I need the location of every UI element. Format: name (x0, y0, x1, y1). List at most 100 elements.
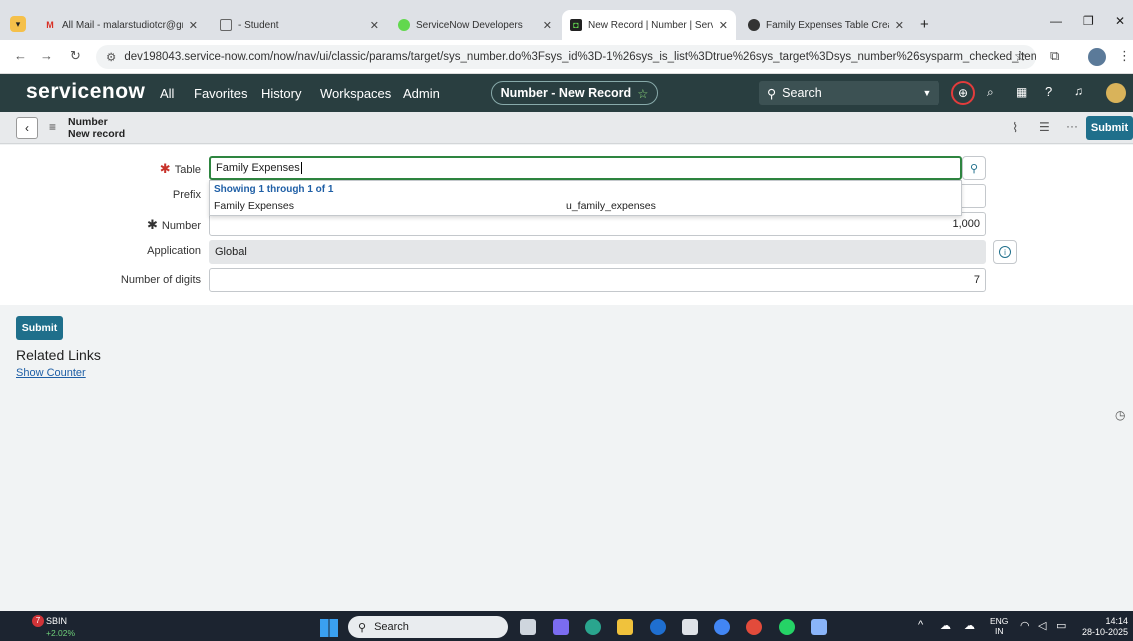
more-options-icon[interactable]: ··· (1066, 119, 1078, 133)
site-info-icon[interactable]: ⚙ (106, 50, 116, 64)
task-view-icon[interactable] (520, 619, 536, 635)
bookmark-star-icon[interactable]: ☆ (1014, 48, 1027, 65)
number-label: ✱ Number (146, 217, 201, 232)
user-avatar[interactable] (1106, 83, 1126, 103)
servicenow-logo[interactable]: servicenow (26, 80, 145, 104)
settings-sliders-icon[interactable]: ☰ (1039, 120, 1050, 134)
servicenow-icon: ◘ (570, 19, 582, 31)
windows-taskbar: 7 SBIN +2.02% ⚲ Search ^ ☁ ☁ ENG IN ◠ ◁ … (0, 611, 1133, 641)
browser-tab-bar: ▾ M All Mail - malarstudiotcr@gmai ✕ - S… (0, 0, 1133, 40)
back-button[interactable]: ‹ (16, 117, 38, 139)
tab-search-button[interactable]: ▾ (10, 16, 26, 32)
autocomplete-option-value: u_family_expenses (566, 200, 656, 212)
table-lookup-button[interactable]: ⚲ (962, 156, 986, 180)
onedrive-icon[interactable]: ☁ (964, 619, 975, 632)
prefix-label: Prefix (172, 189, 201, 201)
tray-app-icon[interactable]: ☁ (940, 619, 951, 632)
hamburger-menu-icon[interactable]: ≡ (49, 120, 56, 134)
table-input[interactable]: Family Expenses (209, 156, 962, 180)
nav-admin[interactable]: Admin (403, 86, 440, 101)
required-mark: ✱ (159, 161, 171, 176)
reload-icon[interactable]: ↻ (70, 48, 81, 64)
nav-workspaces[interactable]: Workspaces (320, 86, 391, 101)
browser-tab-new-record[interactable]: ◘ New Record | Number | Service ✕ (562, 10, 736, 40)
back-nav-icon[interactable]: ← (14, 48, 27, 63)
whatsapp-icon[interactable] (779, 619, 795, 635)
stock-name: SBIN (46, 616, 68, 626)
windows-start-icon[interactable] (320, 619, 338, 637)
copilot-icon[interactable] (553, 619, 569, 635)
browser-tab-student[interactable]: - Student ✕ (212, 10, 387, 40)
search-icon: ⚲ (767, 86, 777, 101)
new-tab-button[interactable]: + (920, 16, 929, 33)
close-tab-icon[interactable]: ✕ (895, 19, 904, 32)
related-links-heading: Related Links (16, 347, 101, 363)
browser-tab-chatgpt[interactable]: Family Expenses Table Creation ✕ (740, 10, 912, 40)
notification-bell-icon[interactable]: ♫ (1074, 84, 1083, 98)
favorite-star-icon[interactable]: ☆ (637, 86, 648, 101)
notepad-icon[interactable] (811, 619, 827, 635)
application-label: Application (147, 245, 201, 257)
chrome-icon[interactable] (714, 619, 730, 635)
forward-nav-icon[interactable]: → (40, 48, 53, 63)
stock-badge: 7 (32, 615, 44, 627)
digits-input[interactable]: 7 (209, 268, 986, 292)
language-indicator[interactable]: ENG IN (990, 616, 1008, 636)
submit-button[interactable]: Submit (16, 316, 63, 340)
close-tab-icon[interactable]: ✕ (189, 19, 198, 32)
tray-overflow-icon[interactable]: ^ (918, 619, 923, 631)
restore-button[interactable]: ❐ (1083, 14, 1094, 28)
address-row: ← → ↻ ⚙ dev198043.service-now.com/now/na… (0, 40, 1133, 74)
form-body: ✱ Table Family Expenses ⚲ Prefix ✱ Number … (0, 145, 1133, 305)
nav-history[interactable]: History (261, 86, 301, 101)
help-icon[interactable]: ? (1045, 84, 1052, 99)
stock-widget[interactable]: 7 SBIN +2.02% (26, 615, 106, 639)
info-icon: i (999, 246, 1011, 258)
required-mark: ✱ (146, 217, 158, 232)
wifi-icon[interactable]: ◠ (1020, 619, 1030, 632)
chat-icon[interactable]: ⌕ (987, 85, 994, 100)
autocomplete-option-name: Family Expenses (214, 200, 294, 212)
autocomplete-option[interactable]: Family Expenses u_family_expenses (210, 198, 961, 215)
close-tab-icon[interactable]: ✕ (719, 19, 728, 32)
browser-menu-icon[interactable]: ⋮ (1118, 48, 1131, 64)
form-header: ‹ ≡ Number New record ⌇ ☰ ··· Submit (0, 112, 1133, 144)
search-scope-dropdown[interactable]: ▼ (916, 81, 938, 105)
search-icon: ⚲ (969, 162, 979, 175)
show-counter-link[interactable]: Show Counter (16, 367, 86, 379)
calculator-icon[interactable] (682, 619, 698, 635)
nav-favorites[interactable]: Favorites (194, 86, 247, 101)
timer-icon[interactable]: ◷ (1115, 408, 1125, 422)
volume-icon[interactable]: ◁ (1038, 619, 1046, 632)
edge-icon[interactable] (585, 619, 601, 635)
clock[interactable]: 14:14 28-10-2025 (1078, 616, 1128, 638)
file-explorer-icon[interactable] (617, 619, 633, 635)
browser-tab-servicenow-developers[interactable]: ServiceNow Developers ✕ (390, 10, 560, 40)
close-tab-icon[interactable]: ✕ (370, 19, 379, 32)
close-window-button[interactable]: ✕ (1115, 14, 1125, 28)
nav-all[interactable]: All (160, 86, 174, 101)
minimize-button[interactable]: — (1050, 14, 1062, 28)
taskbar-search[interactable]: ⚲ Search (348, 616, 508, 638)
servicenow-header: servicenow All Favorites History Workspa… (0, 74, 1133, 112)
chatgpt-icon (748, 19, 760, 31)
browser-tab-gmail[interactable]: M All Mail - malarstudiotcr@gmai ✕ (36, 10, 206, 40)
form-title: Number New record (68, 116, 126, 140)
autocomplete-summary: Showing 1 through 1 of 1 (214, 184, 334, 195)
application-info-button[interactable]: i (993, 240, 1017, 264)
workspace-icon[interactable]: ▦ (1016, 85, 1027, 99)
url-bar[interactable]: ⚙ dev198043.service-now.com/now/nav/ui/c… (96, 45, 1036, 69)
record-title-pill[interactable]: Number - New Record ☆ (491, 81, 658, 105)
global-search[interactable]: ⚲ Search (759, 81, 939, 105)
close-tab-icon[interactable]: ✕ (543, 19, 552, 32)
hp-icon[interactable] (650, 619, 666, 635)
servicenow-dev-icon (398, 19, 410, 31)
profile-avatar[interactable] (1088, 48, 1106, 66)
globe-icon[interactable]: ⊕ (951, 81, 975, 105)
digits-label: Number of digits (120, 274, 201, 286)
battery-icon[interactable]: ▭ (1056, 619, 1066, 632)
attachment-icon[interactable]: ⌇ (1012, 120, 1018, 136)
chrome-profile-icon[interactable] (746, 619, 762, 635)
submit-button-header[interactable]: Submit (1086, 116, 1133, 140)
extensions-icon[interactable]: ⧉ (1050, 48, 1059, 64)
